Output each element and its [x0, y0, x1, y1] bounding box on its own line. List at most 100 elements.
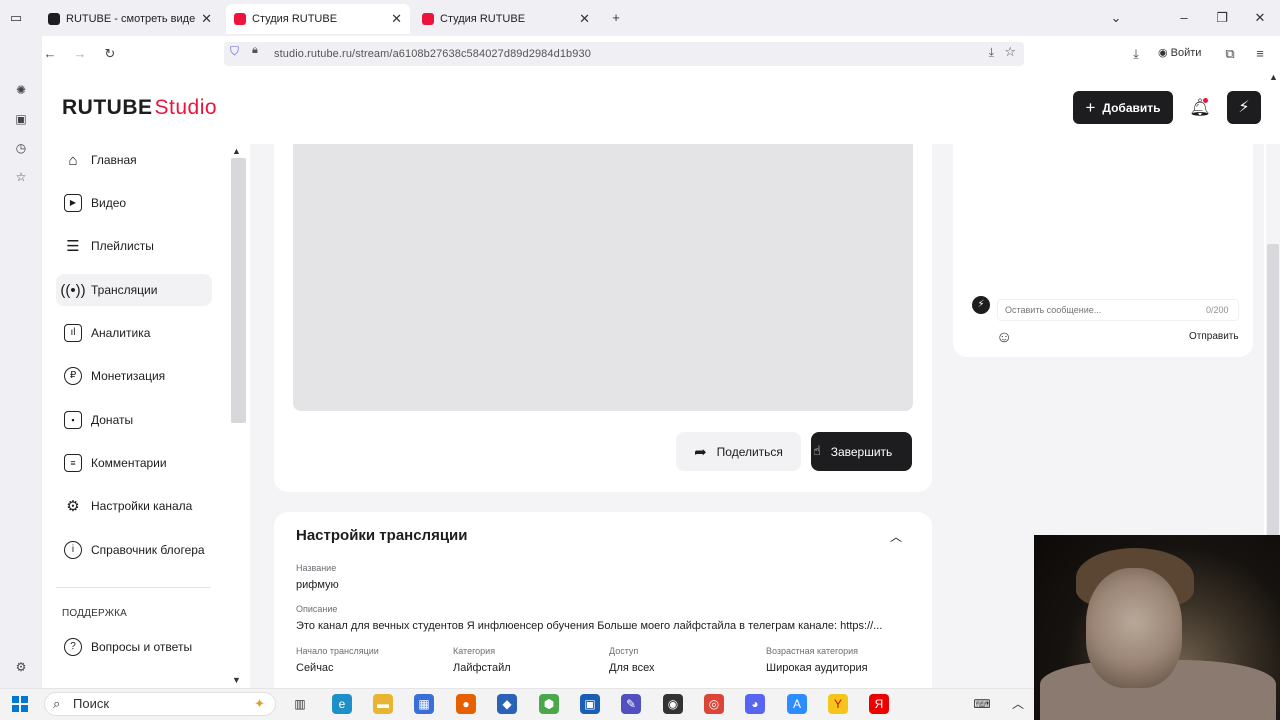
new-tab-icon[interactable]: +: [606, 8, 626, 28]
url-text: studio.rutube.ru/stream/a6108b27638c5840…: [274, 48, 591, 60]
file-explorer-icon[interactable]: ▬: [373, 694, 393, 714]
sidebar-item-blogger-guide[interactable]: i Справочник блогера: [56, 534, 212, 566]
close-tab-icon[interactable]: ✕: [391, 11, 402, 27]
search-icon: ⌕: [53, 696, 61, 711]
chat-send-button[interactable]: Отправить: [1189, 331, 1239, 342]
bookmark-star-icon[interactable]: ☆: [1004, 44, 1016, 60]
info-icon: i: [64, 541, 82, 559]
close-tab-icon[interactable]: ✕: [201, 11, 212, 27]
app-cube-icon[interactable]: ⬢: [539, 694, 559, 714]
menu-icon[interactable]: ≡: [1250, 44, 1270, 64]
downloads-icon[interactable]: ⤓: [1126, 44, 1146, 64]
browser-tab-studio[interactable]: Студия RUTUBE ✕: [414, 4, 598, 34]
notification-dot: [1203, 98, 1208, 103]
broadcast-icon: ((•)): [60, 281, 86, 299]
wallet-icon: ▪: [64, 411, 82, 429]
login-button[interactable]: ◉ Войти: [1158, 46, 1201, 59]
app-a-icon[interactable]: A: [787, 694, 807, 714]
sidebar-item-label: Справочник блогера: [91, 543, 205, 557]
task-view-icon[interactable]: ▥: [290, 694, 310, 714]
yandex-browser-icon[interactable]: Y: [828, 694, 848, 714]
name-value: рифмую: [296, 579, 339, 591]
add-button[interactable]: + Добавить: [1073, 91, 1173, 124]
sidebar-item-video[interactable]: ▶ Видео: [56, 187, 212, 219]
sidebar-item-label: Видео: [91, 196, 127, 210]
bookmarks-icon[interactable]: ☆: [11, 167, 31, 187]
sidebar-item-playlists[interactable]: ☰ Плейлисты: [56, 230, 212, 262]
back-arrow-icon[interactable]: ←: [40, 44, 60, 64]
sidebar-item-comments[interactable]: ≡ Комментарии: [56, 447, 212, 479]
sidebar-item-faq[interactable]: ? Вопросы и ответы: [56, 631, 212, 663]
emoji-icon[interactable]: ☺: [996, 329, 1012, 347]
close-window-icon[interactable]: ✕: [1250, 8, 1270, 28]
extensions-icon[interactable]: ⧉: [1220, 44, 1240, 64]
url-bar[interactable]: ⛉ 🔒︎ studio.rutube.ru/stream/a6108b27638…: [224, 42, 1024, 66]
sidebar-item-home[interactable]: ⌂ Главная: [56, 144, 212, 176]
webcam-person-face: [1086, 568, 1182, 688]
obs-icon[interactable]: ◉: [663, 694, 683, 714]
app-tool-icon[interactable]: ✎: [621, 694, 641, 714]
sidebar-item-label: Аналитика: [91, 326, 151, 340]
sidebar-item-donations[interactable]: ▪ Донаты: [56, 404, 212, 436]
tray-chevron-up-icon[interactable]: ︿: [1008, 694, 1028, 714]
taskbar-search-label: Поиск: [73, 696, 110, 711]
yandex-icon[interactable]: Я: [869, 694, 889, 714]
share-icon: ➦: [694, 443, 707, 461]
reload-icon[interactable]: ↻: [100, 44, 120, 64]
browser-tab-studio-active[interactable]: Студия RUTUBE ✕: [226, 4, 410, 34]
taskbar-search[interactable]: ⌕ Поиск ✦: [44, 692, 276, 716]
sidebar-item-label: Монетизация: [91, 369, 166, 383]
store-icon[interactable]: ▦: [414, 694, 434, 714]
finish-stream-button[interactable]: Завершить: [811, 432, 912, 471]
sidebar-item-channel-settings[interactable]: ⚙ Настройки канала: [56, 490, 212, 522]
collapse-chevron-up-icon[interactable]: ︿: [890, 528, 902, 545]
profile-avatar[interactable]: ⚡︎: [1227, 91, 1261, 124]
sidebar-item-analytics[interactable]: ıl Аналитика: [56, 317, 212, 349]
chevron-down-icon[interactable]: ⌄: [1106, 8, 1126, 28]
start-time-value: Сейчас: [296, 662, 334, 674]
edge-icon[interactable]: e: [332, 694, 352, 714]
name-label: Название: [296, 563, 337, 573]
sidebar-scrollbar[interactable]: [231, 158, 246, 423]
sidebar-item-label: Главная: [91, 153, 137, 167]
close-tab-icon[interactable]: ✕: [579, 11, 590, 27]
ai-chat-icon[interactable]: ✺: [11, 80, 31, 100]
browser-tab-rutube[interactable]: RUTUBE - смотреть видео онл ✕: [40, 4, 220, 34]
hand-cursor-icon: ☝︎: [813, 443, 821, 458]
firefox-icon[interactable]: ●: [456, 694, 476, 714]
app-icon[interactable]: ◆: [497, 694, 517, 714]
login-label: Войти: [1170, 47, 1202, 59]
home-icon: ⌂: [68, 151, 78, 169]
chat-panel: [953, 144, 1253, 357]
restore-icon[interactable]: ❐: [1212, 8, 1232, 28]
chat-message-input[interactable]: [997, 299, 1239, 321]
sidebar-item-monetization[interactable]: ₽ Монетизация: [56, 360, 212, 392]
rutube-studio-logo[interactable]: RUTUBEStudio: [62, 96, 217, 120]
tab-list-icon[interactable]: ▭: [6, 8, 26, 28]
sidebar-item-broadcasts[interactable]: ((•)) Трансляции: [56, 274, 212, 306]
scroll-up-arrow-icon[interactable]: ▲: [232, 146, 241, 156]
scroll-down-arrow-icon[interactable]: ▼: [232, 675, 241, 685]
minimize-icon[interactable]: –: [1174, 8, 1194, 28]
share-button[interactable]: ➦ Поделиться: [676, 432, 801, 471]
main-scroll-up-icon[interactable]: ▲: [1269, 72, 1278, 82]
forward-arrow-icon[interactable]: →: [70, 44, 90, 64]
video-icon: ▶: [64, 194, 82, 212]
shield-icon: ⛉: [230, 44, 240, 58]
comment-icon: ≡: [64, 454, 82, 472]
windows-start-icon[interactable]: [12, 696, 28, 712]
notifications-bell-icon[interactable]: 🔔︎: [1188, 96, 1212, 120]
synced-tabs-icon[interactable]: ▣: [11, 109, 31, 129]
history-icon[interactable]: ◷: [11, 138, 31, 158]
sidebar-item-label: Донаты: [91, 413, 134, 427]
chat-user-avatar: ⚡︎: [972, 296, 990, 314]
browser-navbar: ⛉ 🔒︎ studio.rutube.ru/stream/a6108b27638…: [0, 36, 1280, 72]
finish-label: Завершить: [830, 444, 893, 459]
app-window-icon[interactable]: ▣: [580, 694, 600, 714]
main-scrollbar[interactable]: [1267, 244, 1279, 544]
sidebar-settings-icon[interactable]: ⚙: [11, 657, 31, 677]
chrome-icon[interactable]: ◎: [704, 694, 724, 714]
keyboard-icon[interactable]: ⌨: [972, 694, 992, 714]
discord-icon[interactable]: ◕: [745, 694, 765, 714]
download-page-icon[interactable]: ⤓: [989, 45, 994, 60]
